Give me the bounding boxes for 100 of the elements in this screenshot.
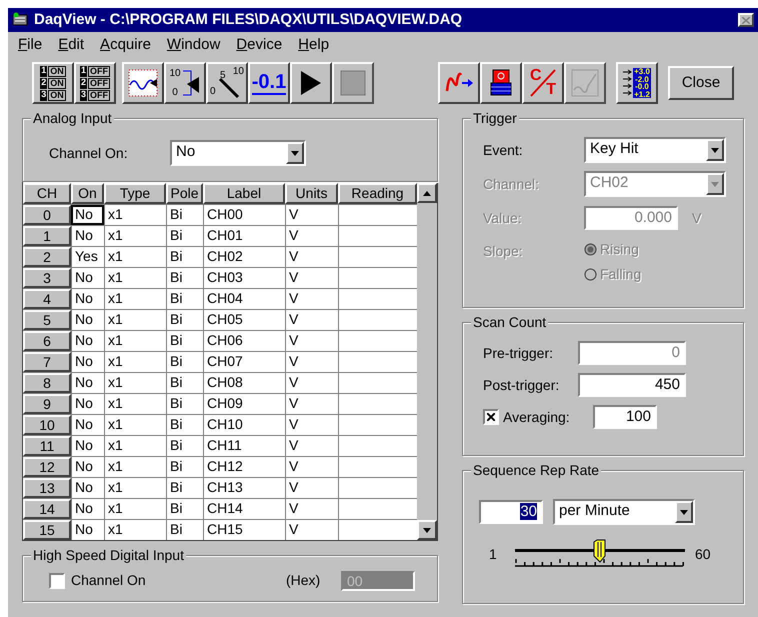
table-cell: CH06 [203, 331, 285, 351]
row-header[interactable]: 3 [23, 268, 71, 288]
table-cell: Bi [166, 268, 203, 288]
table-cell: x1 [104, 436, 166, 456]
column-header[interactable]: Units [285, 183, 338, 204]
row-header[interactable]: 7 [23, 352, 71, 372]
toolbar-button[interactable]: 1 ON 2 ON 3 ON [32, 62, 74, 104]
table-cell: x1 [104, 415, 166, 435]
table-cell: x1 [104, 205, 166, 225]
chart-recorder-icon [570, 68, 600, 98]
table-cell: x1 [104, 520, 166, 540]
close-dialog-button[interactable]: Close [668, 66, 734, 100]
column-header[interactable]: Pole [166, 183, 203, 204]
dropdown-button[interactable] [675, 501, 693, 523]
row-header[interactable]: 13 [23, 478, 71, 498]
row-header[interactable]: 2 [23, 247, 71, 267]
menu-item[interactable]: Window [166, 34, 220, 56]
scrollbar[interactable] [417, 183, 437, 540]
slash-icon [528, 68, 558, 98]
slider[interactable] [515, 539, 685, 569]
row-header[interactable]: 4 [23, 289, 71, 309]
checkbox[interactable] [483, 409, 499, 425]
row-header[interactable]: 6 [23, 331, 71, 351]
table-cell: No [71, 436, 104, 456]
row-header[interactable]: 10 [23, 415, 71, 435]
table-cell: No [71, 478, 104, 498]
checkbox-label: Averaging: [503, 408, 571, 427]
toolbar-button[interactable] [480, 62, 522, 104]
toolbar-button[interactable]: +3.0 -2.0 -0.0 +1.2 [616, 62, 658, 104]
menu-item[interactable]: Edit [58, 34, 84, 56]
table-cell: x1 [104, 373, 166, 393]
column-header[interactable]: CH [23, 183, 71, 204]
slider-min-label: 1 [488, 544, 498, 564]
field-label: Event: [483, 140, 524, 160]
hex-field: 00 [341, 570, 415, 590]
toolbar-button[interactable]: -0.1 [248, 62, 290, 104]
row-header[interactable]: 11 [23, 436, 71, 456]
table-cell: No [71, 205, 104, 225]
group-title: Trigger [471, 110, 519, 126]
menu-item[interactable]: File [18, 34, 42, 56]
play-icon [299, 70, 323, 96]
toolbar-button[interactable] [438, 62, 480, 104]
check-icon [487, 413, 495, 421]
hex-label: (Hex) [286, 571, 322, 590]
row-header[interactable]: 5 [23, 310, 71, 330]
row-header[interactable]: 8 [23, 373, 71, 393]
input-field[interactable]: 450 [578, 373, 686, 397]
group-title: Analog Input [31, 110, 114, 126]
table-cell: Bi [166, 394, 203, 414]
table-cell: V [285, 289, 338, 309]
input-field[interactable]: 30 [479, 500, 543, 524]
dropdown-field[interactable]: Key Hit [584, 137, 726, 163]
input-field[interactable]: 100 [593, 405, 657, 429]
group-title: Sequence Rep Rate [471, 462, 602, 478]
dropdown-button[interactable] [706, 139, 724, 161]
row-header[interactable]: 14 [23, 499, 71, 519]
row-header[interactable]: 12 [23, 457, 71, 477]
slider-thumb[interactable] [593, 539, 608, 563]
table-cell: No [71, 520, 104, 540]
row-header[interactable]: 1 [23, 226, 71, 246]
menu-item[interactable]: Acquire [100, 34, 151, 56]
table-cell: Bi [166, 457, 203, 477]
table-cell: x1 [104, 247, 166, 267]
column-header[interactable]: Label [203, 183, 285, 204]
toolbar-button[interactable]: 1 OFF 2 OFF 3 OFF [74, 62, 116, 104]
table-cell: CH03 [203, 268, 285, 288]
table-cell: CH08 [203, 373, 285, 393]
row-header[interactable]: 9 [23, 394, 71, 414]
column-header[interactable]: On [71, 183, 104, 204]
column-header[interactable]: Type [104, 183, 166, 204]
checkbox[interactable] [49, 572, 65, 588]
table-cell: x1 [104, 457, 166, 477]
dropdown-button[interactable] [286, 142, 304, 164]
toolbar-button[interactable]: 10 0 [164, 62, 206, 104]
row-header[interactable]: 0 [23, 205, 71, 225]
row-header[interactable]: 15 [23, 520, 71, 540]
table-cell: No [71, 226, 104, 246]
waveform-grid-icon [128, 69, 158, 97]
close-button[interactable] [738, 13, 754, 27]
table-cell: Bi [166, 289, 203, 309]
table-cell: V [285, 520, 338, 540]
toolbar-button[interactable] [122, 62, 164, 104]
toolbar-button[interactable]: 5 10 0 [206, 62, 248, 104]
column-header[interactable]: Reading [338, 183, 417, 204]
scroll-down-icon [423, 528, 431, 532]
menu-item[interactable]: Help [298, 34, 330, 56]
table-cell: No [71, 499, 104, 519]
table-cell: x1 [104, 331, 166, 351]
dropdown-field[interactable]: No [170, 140, 306, 166]
table-cell: Bi [166, 520, 203, 540]
table-cell: CH13 [203, 478, 285, 498]
table-cell: x1 [104, 268, 166, 288]
field-label: Post-trigger: [483, 376, 560, 395]
dropdown-field[interactable]: per Minute [553, 499, 695, 525]
menu-item[interactable]: Device [236, 34, 282, 56]
table-cell: No [71, 310, 104, 330]
table-cell: No [71, 415, 104, 435]
table-cell: Bi [166, 226, 203, 246]
caret-icon [711, 182, 719, 186]
toolbar-button[interactable] [290, 62, 332, 104]
